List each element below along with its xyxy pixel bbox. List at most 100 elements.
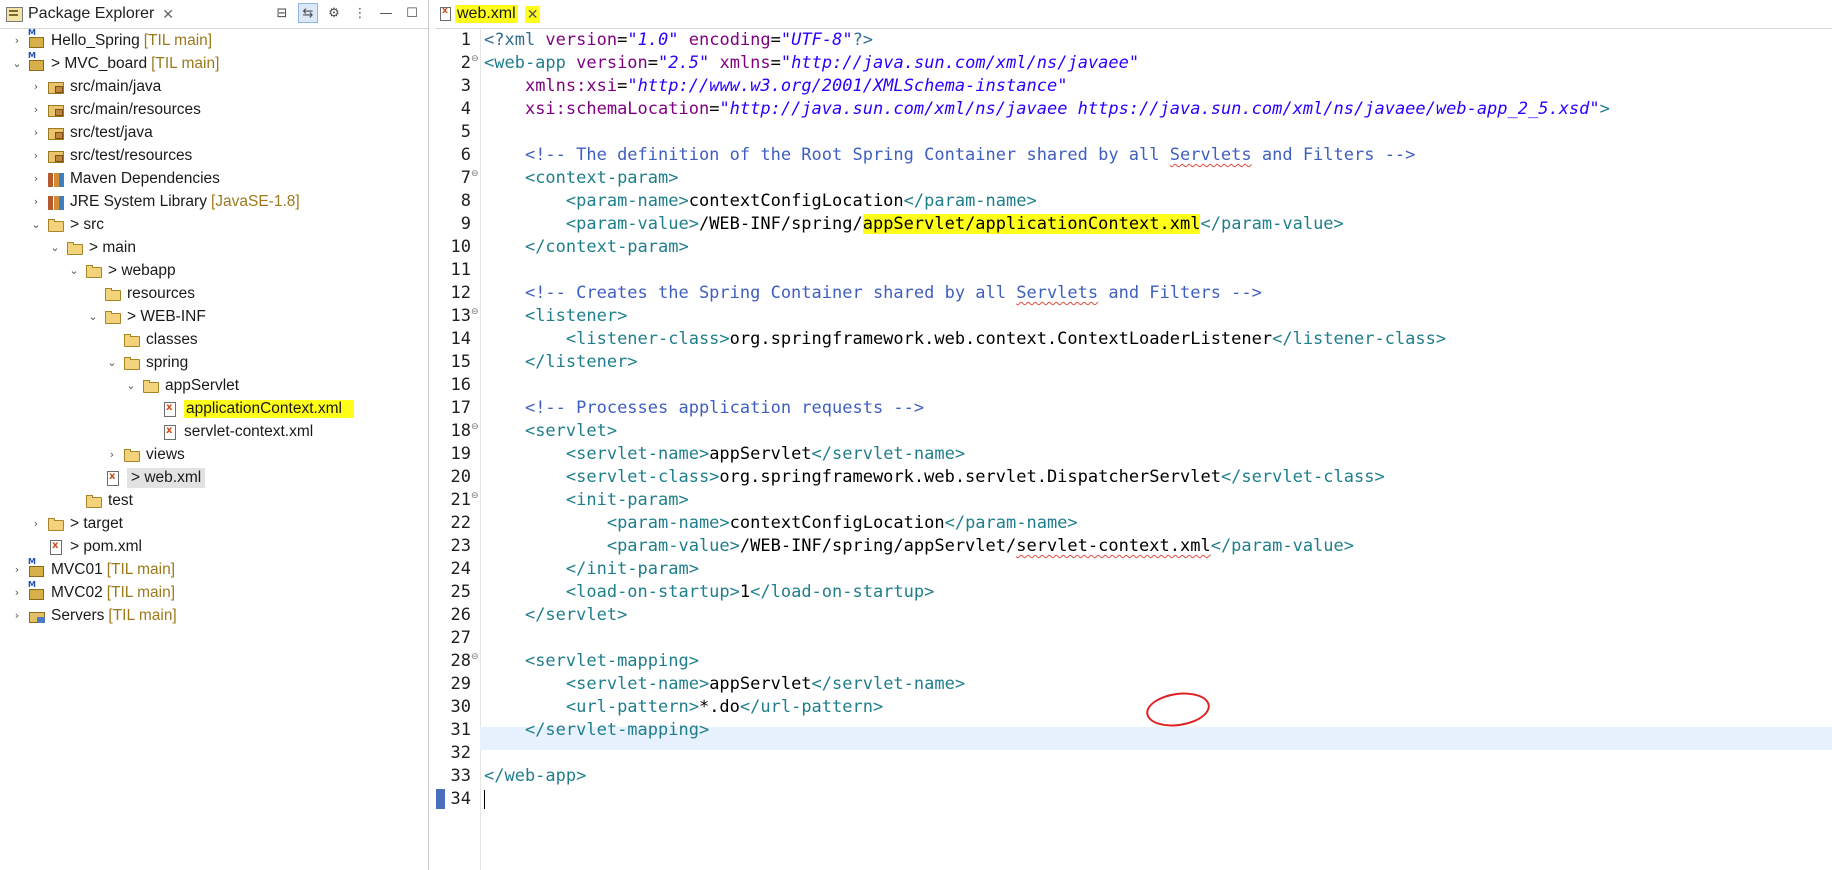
tree-item[interactable]: › Servers [TIL main]	[0, 604, 428, 627]
chevron-right-icon[interactable]: ›	[29, 103, 43, 117]
tree-item-label: JRE System Library	[70, 192, 207, 210]
code-area[interactable]: <?xml version="1.0" encoding="UTF-8"?> <…	[484, 29, 1832, 870]
chevron-right-icon[interactable]: ›	[29, 195, 43, 209]
line-number: 33	[450, 766, 471, 786]
chevron-down-icon[interactable]: ⌄	[105, 356, 119, 370]
chevron-down-icon[interactable]: ⌄	[67, 264, 81, 278]
close-view-icon[interactable]: ✕	[162, 6, 174, 23]
chevron-down-icon[interactable]: ⌄	[48, 241, 62, 255]
tree-item-label: appServlet	[165, 376, 240, 394]
chevron-right-icon[interactable]: ›	[29, 149, 43, 163]
package-explorer-title: Package Explorer	[28, 5, 155, 22]
chevron-right-icon[interactable]: ›	[105, 448, 119, 462]
line-number: 10	[450, 237, 471, 257]
tree-item[interactable]: › src/main/java	[0, 75, 428, 98]
fold-toggle-icon[interactable]: ⊖	[471, 492, 480, 501]
tree-item-label-wrap: classes	[146, 331, 198, 349]
current-line-marker	[436, 789, 445, 809]
pkgfolder-icon	[47, 125, 65, 141]
chevron-right-icon[interactable]: ›	[10, 586, 24, 600]
line-number: 9	[460, 214, 471, 234]
tree-item[interactable]: > pom.xml	[0, 535, 428, 558]
chevron-down-icon[interactable]: ⌄	[29, 218, 43, 232]
tree-item[interactable]: applicationContext.xml	[0, 397, 428, 420]
project-icon	[28, 580, 46, 601]
tree-item-label: Maven Dependencies	[70, 169, 220, 187]
tree-item[interactable]: › Hello_Spring[TIL main]	[0, 28, 428, 52]
pkgfolder-icon	[47, 79, 65, 95]
tree-item[interactable]: › views	[0, 443, 428, 466]
tree-item[interactable]: classes	[0, 328, 428, 351]
maximize-icon[interactable]: ☐	[402, 3, 422, 23]
fold-toggle-icon[interactable]: ⊖	[471, 423, 480, 432]
code-line-10: </context-param>	[524, 237, 689, 257]
tree-item[interactable]: › JRE System Library [JavaSE-1.8]	[0, 190, 428, 213]
fold-toggle-icon[interactable]: ⊖	[471, 55, 480, 64]
tree-item-label-wrap: Servers	[51, 607, 104, 625]
tree-item[interactable]: ⌄ > WEB-INF	[0, 305, 428, 328]
package-explorer-tab[interactable]: Package Explorer ✕	[0, 0, 182, 28]
tree-item[interactable]: › MVC01[TIL main]	[0, 557, 428, 581]
tree-item[interactable]: › > target	[0, 512, 428, 535]
minimize-icon[interactable]: —	[376, 3, 396, 23]
chevron-down-icon[interactable]: ⌄	[124, 379, 138, 393]
chevron-right-icon[interactable]: ›	[10, 563, 24, 577]
xmlfile-icon	[47, 539, 65, 555]
fold-toggle-icon[interactable]: ⊖	[471, 653, 480, 662]
tree-item[interactable]: › MVC02[TIL main]	[0, 580, 428, 604]
chevron-right-icon[interactable]: ›	[10, 34, 24, 48]
fold-toggle-icon[interactable]: ⊖	[471, 308, 480, 317]
chevron-right-icon[interactable]: ›	[29, 172, 43, 186]
code-line-26: </servlet>	[524, 605, 628, 625]
git-branch-decoration: [TIL main]	[151, 54, 220, 72]
collapse-all-icon[interactable]: ⊟	[272, 3, 292, 23]
tree-item-label: src/test/java	[70, 123, 153, 141]
focus-on-task-icon[interactable]: ⚙	[324, 3, 344, 23]
fold-toggle-icon[interactable]: ⊖	[471, 170, 480, 179]
editor-tab-web-xml[interactable]: web.xml ✕	[440, 2, 541, 26]
tree-item[interactable]: › Maven Dependencies	[0, 167, 428, 190]
tree-item[interactable]: › src/test/resources	[0, 144, 428, 167]
tree-item[interactable]: ⌄ > webapp	[0, 259, 428, 282]
line-number: 4	[460, 99, 471, 119]
tree-item[interactable]: > web.xml	[0, 466, 428, 489]
tree-item[interactable]: › src/main/resources	[0, 98, 428, 121]
tree-item[interactable]: servlet-context.xml	[0, 420, 428, 443]
xmlfile-icon	[161, 401, 179, 417]
code-line-7: <context-param>	[524, 168, 679, 188]
view-menu-icon[interactable]: ⋮	[350, 3, 370, 23]
link-with-editor-icon[interactable]: ⇆	[298, 3, 318, 23]
tree-item[interactable]: ⌄ > main	[0, 236, 428, 259]
chevron-right-icon[interactable]: ›	[29, 126, 43, 140]
chevron-right-icon[interactable]: ›	[10, 609, 24, 623]
editor-tab-label: web.xml	[455, 5, 518, 23]
tree-item[interactable]: ⌄ spring	[0, 351, 428, 374]
tree-item[interactable]: resources	[0, 282, 428, 305]
package-explorer-icon	[6, 6, 23, 22]
tree-item-label-wrap: src/main/java	[70, 78, 161, 96]
chevron-down-icon[interactable]: ⌄	[10, 57, 24, 71]
folder-icon	[47, 217, 65, 233]
tree-item-label-wrap: src/test/resources	[70, 147, 192, 165]
close-tab-icon[interactable]: ✕	[524, 5, 541, 23]
tree-item-label-wrap: > pom.xml	[70, 538, 142, 556]
chevron-right-icon[interactable]: ›	[29, 80, 43, 94]
code-line-9: <param-value>/WEB-INF/spring/appServlet/…	[565, 214, 1344, 234]
package-explorer-view: Package Explorer ✕ ⊟ ⇆ ⚙ ⋮ — ☐ › Hello_Sp…	[0, 0, 429, 870]
chevron-right-icon[interactable]: ›	[29, 517, 43, 531]
chevron-down-icon[interactable]: ⌄	[86, 310, 100, 324]
tree-item[interactable]: ⌄ > MVC_board[TIL main]	[0, 51, 428, 75]
tree-item[interactable]: ⌄ > src	[0, 213, 428, 236]
tree-item-label-wrap: MVC01	[51, 561, 103, 579]
project-icon	[28, 51, 46, 72]
line-number: 11	[450, 260, 471, 280]
folder-icon	[104, 286, 122, 302]
code-line-8: <param-name>contextConfigLocation</param…	[565, 191, 1037, 211]
tree-item[interactable]: › src/test/java	[0, 121, 428, 144]
tree-item[interactable]: test	[0, 489, 428, 512]
line-number: 12	[450, 283, 471, 303]
tree-item[interactable]: ⌄ appServlet	[0, 374, 428, 397]
line-number: 2	[460, 53, 471, 73]
